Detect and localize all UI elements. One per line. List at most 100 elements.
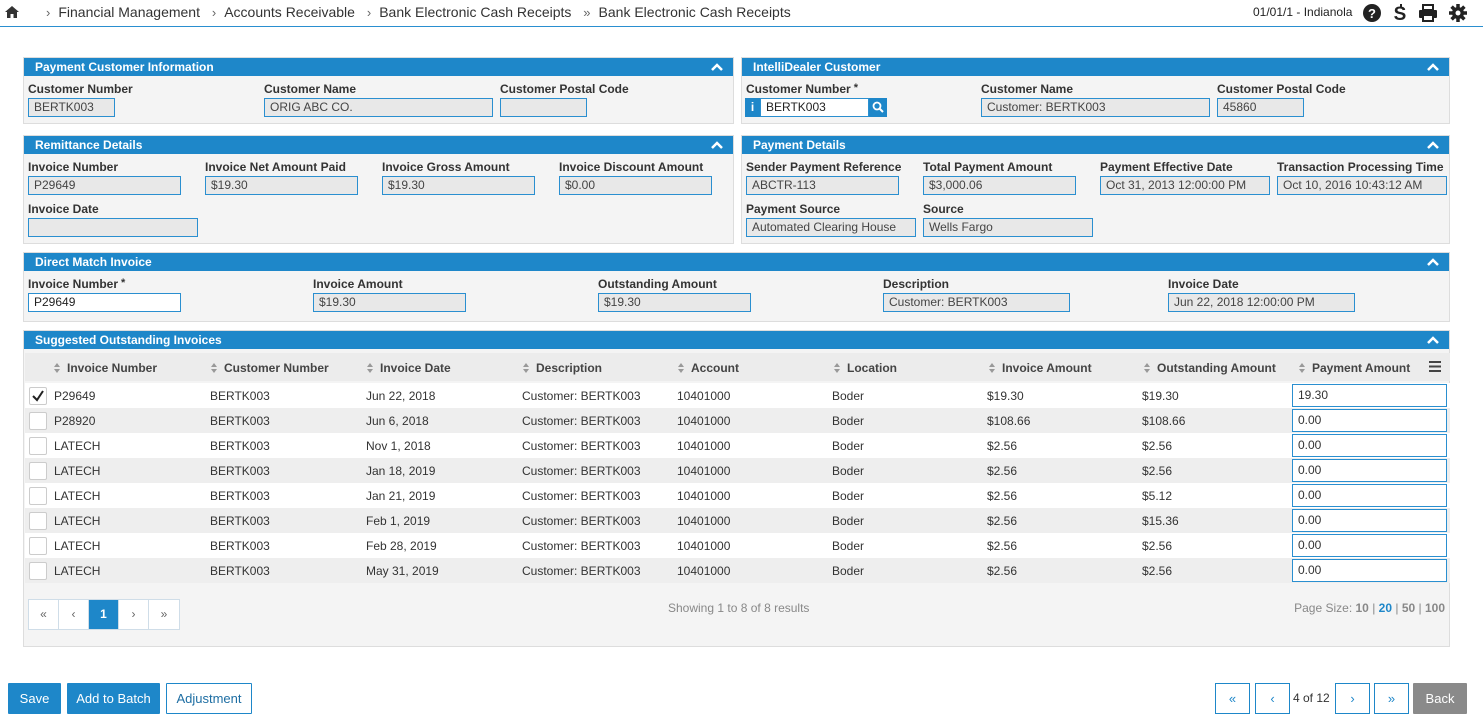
next-record-button[interactable]: › <box>1335 683 1370 714</box>
col-account[interactable]: Account <box>678 361 739 375</box>
row-checkbox[interactable] <box>29 512 47 530</box>
cell-date: Nov 1, 2018 <box>366 439 431 453</box>
help-icon[interactable]: ? <box>1362 3 1382 23</box>
payment-amount-input[interactable]: 0.00 <box>1292 459 1447 482</box>
payment-amount-input[interactable]: 19.30 <box>1292 384 1447 407</box>
chevron-up-icon[interactable] <box>711 140 723 150</box>
total-payment-field[interactable]: $3,000.06 <box>923 176 1076 195</box>
first-page-button[interactable]: « <box>29 600 59 629</box>
payment-amount-input[interactable]: 0.00 <box>1292 534 1447 557</box>
payment-amount-input[interactable]: 0.00 <box>1292 484 1447 507</box>
adjustment-button[interactable]: Adjustment <box>166 683 252 714</box>
col-location[interactable]: Location <box>834 361 897 375</box>
table-row[interactable]: LATECH BERTK003 Jan 18, 2019 Customer: BERT… <box>25 458 1450 483</box>
invoice-date-field[interactable] <box>28 218 198 237</box>
prev-record-button[interactable]: ‹ <box>1255 683 1290 714</box>
table-row[interactable]: LATECH BERTK003 Feb 28, 2019 Customer: BERT… <box>25 533 1450 558</box>
page-size-10[interactable]: 10 <box>1356 601 1369 615</box>
customer-name-field[interactable]: Customer: BERTK003 <box>981 98 1210 117</box>
processing-time-field[interactable]: Oct 10, 2016 10:43:12 AM <box>1277 176 1447 195</box>
row-checkbox[interactable] <box>29 437 47 455</box>
col-invoice-number[interactable]: Invoice Number <box>54 361 157 375</box>
last-record-button[interactable]: » <box>1374 683 1409 714</box>
first-record-button[interactable]: « <box>1215 683 1250 714</box>
breadcrumb-bank-cash-receipts[interactable]: Bank Electronic Cash Receipts <box>379 4 571 20</box>
source-field[interactable]: Wells Fargo <box>923 218 1093 237</box>
breadcrumb-financial-management[interactable]: Financial Management <box>58 4 200 20</box>
chevron-up-icon[interactable] <box>1427 335 1439 345</box>
search-icon[interactable] <box>869 98 887 117</box>
invoice-number-input[interactable]: P29649 <box>28 293 181 312</box>
invoice-number-field[interactable]: P29649 <box>28 176 181 195</box>
table-row[interactable]: LATECH BERTK003 Feb 1, 2019 Customer: BERTK… <box>25 508 1450 533</box>
back-button[interactable]: Back <box>1413 683 1467 714</box>
next-page-button[interactable]: › <box>119 600 149 629</box>
print-icon[interactable] <box>1418 3 1438 23</box>
checkmark-icon <box>32 390 44 402</box>
dollar-s-icon[interactable]: S <box>1390 3 1410 23</box>
cell-desc: Customer: BERTK003 <box>522 564 641 578</box>
invoice-date-field[interactable]: Jun 22, 2018 12:00:00 PM <box>1168 293 1355 312</box>
chevron-up-icon[interactable] <box>1427 140 1439 150</box>
menu-icon[interactable] <box>1429 361 1441 372</box>
table-row[interactable]: P28920 BERTK003 Jun 6, 2018 Customer: BERTK… <box>25 408 1450 433</box>
home-icon[interactable] <box>4 4 20 20</box>
net-amount-field[interactable]: $19.30 <box>205 176 358 195</box>
svg-text:?: ? <box>1368 6 1376 21</box>
col-customer-number[interactable]: Customer Number <box>211 361 329 375</box>
outstanding-amount-field[interactable]: $19.30 <box>598 293 751 312</box>
page-size-50[interactable]: 50 <box>1402 601 1415 615</box>
table-row[interactable]: LATECH BERTK003 May 31, 2019 Customer: BERT… <box>25 558 1450 583</box>
row-checkbox[interactable] <box>29 487 47 505</box>
row-checkbox[interactable] <box>29 412 47 430</box>
chevron-up-icon[interactable] <box>1427 62 1439 72</box>
page-size-20[interactable]: 20 <box>1379 601 1392 615</box>
sender-reference-label: Sender Payment Reference <box>746 160 902 174</box>
postal-code-field[interactable] <box>500 98 587 117</box>
col-description[interactable]: Description <box>523 361 602 375</box>
chevron-up-icon[interactable] <box>1427 257 1439 267</box>
col-outstanding-amount[interactable]: Outstanding Amount <box>1144 361 1276 375</box>
customer-name-field[interactable]: ORIG ABC CO. <box>264 98 493 117</box>
invoice-amount-field[interactable]: $19.30 <box>313 293 466 312</box>
save-button[interactable]: Save <box>8 683 61 714</box>
location-label[interactable]: 01/01/1 - Indianola <box>1253 5 1352 19</box>
description-field[interactable]: Customer: BERTK003 <box>883 293 1070 312</box>
effective-date-field[interactable]: Oct 31, 2013 12:00:00 PM <box>1100 176 1270 195</box>
payment-amount-input[interactable]: 0.00 <box>1292 559 1447 582</box>
info-icon[interactable]: i <box>745 98 760 117</box>
page-1-button[interactable]: 1 <box>89 600 119 629</box>
discount-amount-field[interactable]: $0.00 <box>559 176 712 195</box>
gear-icon[interactable] <box>1448 3 1468 23</box>
row-checkbox[interactable] <box>29 537 47 555</box>
payment-source-label: Payment Source <box>746 202 841 216</box>
col-invoice-date[interactable]: Invoice Date <box>367 361 451 375</box>
customer-number-input[interactable]: BERTK003 <box>760 98 869 117</box>
col-invoice-amount[interactable]: Invoice Amount <box>989 361 1092 375</box>
prev-page-button[interactable]: ‹ <box>59 600 89 629</box>
postal-code-field[interactable]: 45860 <box>1217 98 1304 117</box>
last-page-button[interactable]: » <box>149 600 179 629</box>
page-size-selector: Page Size: 10 | 20 | 50 | 100 <box>1294 601 1445 615</box>
payment-amount-input[interactable]: 0.00 <box>1292 434 1447 457</box>
page-size-100[interactable]: 100 <box>1425 601 1445 615</box>
sender-reference-field[interactable]: ABCTR-113 <box>746 176 899 195</box>
table-row[interactable]: LATECH BERTK003 Nov 1, 2018 Customer: BERTK… <box>25 433 1450 458</box>
breadcrumb-accounts-receivable[interactable]: Accounts Receivable <box>224 4 355 20</box>
add-to-batch-button[interactable]: Add to Batch <box>67 683 160 714</box>
cell-inv: P28920 <box>54 414 96 428</box>
payment-source-field[interactable]: Automated Clearing House <box>746 218 916 237</box>
row-checkbox[interactable] <box>29 462 47 480</box>
payment-amount-input[interactable]: 0.00 <box>1292 509 1447 532</box>
payment-amount-input[interactable]: 0.00 <box>1292 409 1447 432</box>
cell-amt: $2.56 <box>987 539 1018 553</box>
gross-amount-field[interactable]: $19.30 <box>382 176 535 195</box>
customer-number-field[interactable]: BERTK003 <box>28 98 115 117</box>
cell-date: Jun 22, 2018 <box>366 389 436 403</box>
col-payment-amount[interactable]: Payment Amount <box>1299 361 1410 375</box>
table-row[interactable]: P29649 BERTK003 Jun 22, 2018 Customer: BERT… <box>25 383 1450 408</box>
table-row[interactable]: LATECH BERTK003 Jan 21, 2019 Customer: BERT… <box>25 483 1450 508</box>
row-checkbox[interactable] <box>29 387 47 405</box>
chevron-up-icon[interactable] <box>711 62 723 72</box>
row-checkbox[interactable] <box>29 562 47 580</box>
